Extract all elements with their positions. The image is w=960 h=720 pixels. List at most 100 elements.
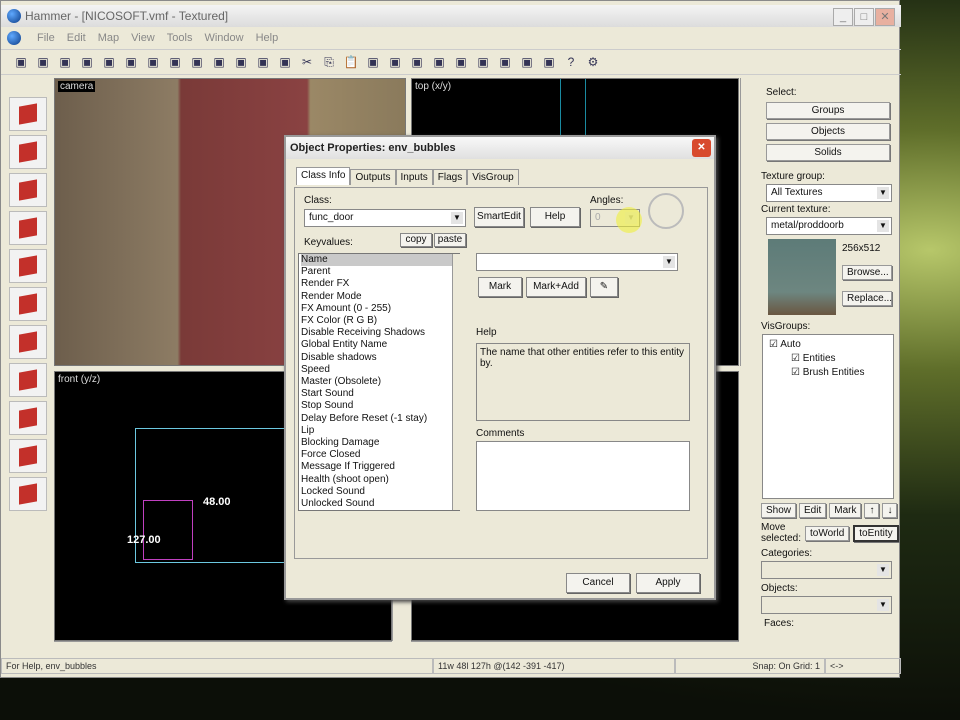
keyvalues-list[interactable]: Name Parent Render FX Render Mode FX Amount … [298, 253, 460, 511]
block-tool-icon[interactable] [9, 249, 47, 283]
class-select[interactable]: func_door ▼ [304, 209, 466, 227]
keyvalue-item[interactable]: Force Closed [301, 449, 459, 461]
keyvalue-item[interactable]: Health (shoot open) [301, 474, 459, 486]
edit-button[interactable]: Edit [799, 503, 827, 518]
texture-app-icon[interactable]: ▣ [387, 54, 403, 70]
apply-texture-tool-icon[interactable] [9, 325, 47, 359]
mark-add-button[interactable]: Mark+Add [526, 277, 586, 297]
tab-flags[interactable]: Flags [432, 169, 468, 185]
keyvalue-item[interactable]: Unlocked Sound [301, 498, 459, 510]
keyvalue-item[interactable]: Locked Sound [301, 486, 459, 498]
magnify-tool-icon[interactable] [9, 135, 47, 169]
move-up-button[interactable]: ↑ [864, 503, 880, 518]
copy-icon[interactable]: ⎘ [321, 54, 337, 70]
maximize-button[interactable]: □ [854, 8, 874, 26]
keyvalue-item[interactable]: FX Amount (0 - 255) [301, 303, 459, 315]
visgroup-item[interactable]: ☑ Entities [769, 352, 887, 366]
mark-button[interactable]: Mark [829, 503, 862, 518]
camera-tool-icon[interactable] [9, 173, 47, 207]
checkbox-checked-icon[interactable]: ☑ [791, 367, 800, 378]
mark-button[interactable]: Mark [478, 277, 522, 297]
move-down-button[interactable]: ↓ [882, 503, 898, 518]
select-groups-button[interactable]: Groups [766, 102, 890, 119]
texture-lock2-icon[interactable]: ▣ [123, 54, 139, 70]
keyvalue-item[interactable]: Render Mode [301, 291, 459, 303]
to-entity-button[interactable]: toEntity [853, 524, 899, 542]
keyvalue-item[interactable]: Disable shadows [301, 352, 459, 364]
horizontal-scrollbar[interactable] [54, 641, 392, 655]
overlay-tool-icon[interactable] [9, 401, 47, 435]
clip-tool-icon[interactable] [9, 439, 47, 473]
selection-tool-icon[interactable] [9, 97, 47, 131]
select-icon[interactable]: ▣ [431, 54, 447, 70]
vertical-scrollbar[interactable] [740, 78, 754, 366]
run-map-icon[interactable]: ▣ [519, 54, 535, 70]
3d-grid-icon[interactable]: ▣ [35, 54, 51, 70]
value-select[interactable]: ▼ [476, 253, 678, 271]
select-solids-button[interactable]: Solids [766, 144, 890, 161]
keyvalue-item[interactable]: Disable Receiving Shadows [301, 327, 459, 339]
ignore-groups-icon[interactable]: ▣ [211, 54, 227, 70]
vertex-tool-icon[interactable] [9, 477, 47, 511]
hide-icon[interactable]: ▣ [233, 54, 249, 70]
eyedropper-icon[interactable]: ✎ [590, 277, 618, 297]
hide2-icon[interactable]: ▣ [277, 54, 293, 70]
paste-icon[interactable]: 📋 [343, 54, 359, 70]
help-button[interactable]: Help [530, 207, 580, 227]
angle-dial[interactable] [648, 193, 684, 229]
objects-select[interactable]: ▼ [761, 596, 892, 614]
carve-icon[interactable]: ▣ [145, 54, 161, 70]
keyvalues-scrollbar[interactable] [452, 254, 465, 510]
tab-outputs[interactable]: Outputs [350, 169, 396, 185]
select-objects-button[interactable]: Objects [766, 123, 890, 140]
keyvalue-item[interactable]: Render FX [301, 278, 459, 290]
cut-icon[interactable]: ✂ [299, 54, 315, 70]
visgroup-item[interactable]: ☑ Brush Entities [769, 366, 887, 380]
gear-icon[interactable]: ⚙ [585, 54, 601, 70]
help-icon[interactable]: ? [563, 54, 579, 70]
texture-lock-icon[interactable]: ▣ [101, 54, 117, 70]
visgroups-tree[interactable]: ☑ Auto ☑ Entities ☑ Brush Entities [762, 334, 894, 499]
categories-select[interactable]: ▼ [761, 561, 892, 579]
dot-grid-icon[interactable]: ▣ [57, 54, 73, 70]
paste-button[interactable]: paste [434, 233, 466, 247]
menu-map[interactable]: Map [98, 32, 119, 44]
visgroup-item[interactable]: ☑ Auto [769, 338, 887, 352]
keyvalue-item[interactable]: Name [301, 254, 459, 267]
keyvalue-item[interactable]: Stop Sound [301, 400, 459, 412]
menu-window[interactable]: Window [204, 32, 243, 44]
apply-button[interactable]: Apply [636, 573, 700, 593]
horizontal-scrollbar[interactable] [411, 641, 739, 655]
menu-help[interactable]: Help [256, 32, 279, 44]
menu-file[interactable]: File [37, 32, 55, 44]
replace-button[interactable]: Replace... [842, 291, 892, 306]
close-button[interactable]: ✕ [875, 8, 895, 26]
keyvalue-item[interactable]: FX Color (R G B) [301, 315, 459, 327]
tab-inputs[interactable]: Inputs [395, 169, 433, 185]
dot-grid2-icon[interactable]: ▣ [79, 54, 95, 70]
comments-textarea[interactable] [476, 441, 690, 511]
tab-class-info[interactable]: Class Info [296, 167, 351, 185]
cancel-button[interactable]: Cancel [566, 573, 630, 593]
keyvalue-item[interactable]: Speed [301, 364, 459, 376]
texture-group-select[interactable]: All Textures ▼ [766, 184, 892, 202]
toggle-icon[interactable]: ▣ [453, 54, 469, 70]
group-icon[interactable]: ▣ [167, 54, 183, 70]
keyvalue-item[interactable]: Start Sound [301, 388, 459, 400]
keyvalue-item[interactable]: Lip [301, 425, 459, 437]
load-icon[interactable]: ▣ [541, 54, 557, 70]
dialog-close-button[interactable]: ✕ [692, 139, 711, 157]
bounding-box-icon[interactable]: ▣ [409, 54, 425, 70]
menu-edit[interactable]: Edit [67, 32, 86, 44]
to-world-button[interactable]: toWorld [805, 525, 850, 541]
grid-icon[interactable]: ▣ [13, 54, 29, 70]
keyvalue-item[interactable]: Global Entity Name [301, 339, 459, 351]
ungroup-icon[interactable]: ▣ [189, 54, 205, 70]
show-button[interactable]: Show [761, 503, 797, 518]
browse-button[interactable]: Browse... [842, 265, 892, 280]
menu-tools[interactable]: Tools [167, 32, 193, 44]
keyvalue-item[interactable]: Parent [301, 266, 459, 278]
checkbox-checked-icon[interactable]: ☑ [769, 339, 778, 350]
keyvalue-item[interactable]: Master (Obsolete) [301, 376, 459, 388]
current-texture-select[interactable]: metal/proddoorb ▼ [766, 217, 892, 235]
